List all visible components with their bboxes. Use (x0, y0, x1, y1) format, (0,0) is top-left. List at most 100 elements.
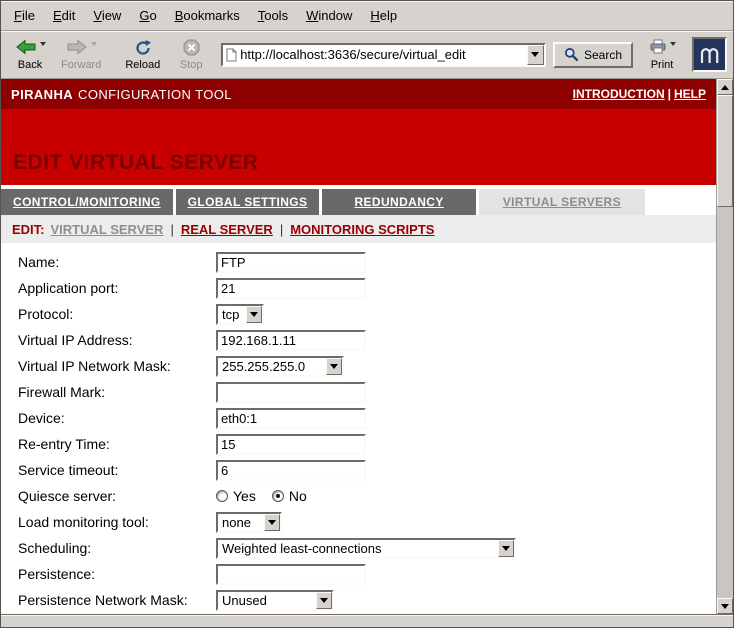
field-label-re-entry-time: Re-entry Time: (18, 436, 216, 452)
radio-option-no[interactable]: No (272, 488, 307, 504)
radio-option-yes[interactable]: Yes (216, 488, 256, 504)
protocol-select[interactable]: tcp (216, 304, 264, 325)
subnav-link-virtual-server[interactable]: VIRTUAL SERVER (51, 222, 164, 237)
url-input[interactable] (237, 47, 527, 62)
field-label-application-port: Application port: (18, 280, 216, 296)
header-link-introduction[interactable]: INTRODUCTION (573, 87, 665, 101)
field-label-protocol: Protocol: (18, 306, 216, 322)
chevron-down-icon (250, 312, 258, 317)
persistence-input[interactable] (216, 564, 366, 585)
back-button[interactable]: Back (7, 34, 53, 76)
form-row: Firewall Mark: (1, 379, 716, 405)
radio-label: Yes (233, 488, 256, 504)
url-bar[interactable] (221, 43, 546, 67)
chevron-down-icon (268, 520, 276, 525)
menu-tools[interactable]: Tools (249, 4, 297, 27)
back-arrow-icon (15, 39, 37, 60)
menu-edit[interactable]: Edit (44, 4, 84, 27)
scroll-up-button[interactable] (717, 79, 733, 95)
scroll-down-button[interactable] (717, 598, 733, 614)
select-dropdown-button[interactable] (498, 540, 514, 557)
page-icon (226, 48, 237, 62)
content-area: PIRANHACONFIGURATION TOOL INTRODUCTION | H… (1, 79, 733, 614)
field-label-scheduling: Scheduling: (18, 540, 216, 556)
select-value: 255.255.255.0 (218, 359, 326, 374)
tab-virtual-servers[interactable]: VIRTUAL SERVERS (479, 189, 645, 215)
menu-bar: FileEditViewGoBookmarksToolsWindowHelp (1, 1, 733, 31)
app-title-rest: CONFIGURATION TOOL (78, 87, 232, 102)
form-row: Load monitoring tool:none (1, 509, 716, 535)
forward-dropdown-caret-icon[interactable] (91, 42, 97, 46)
scrollbar-track[interactable] (717, 95, 733, 598)
print-dropdown-caret-icon[interactable] (670, 42, 676, 46)
header-link-help[interactable]: HELP (674, 87, 706, 101)
field-label-virtual-ip-address: Virtual IP Address: (18, 332, 216, 348)
url-dropdown-button[interactable] (527, 45, 544, 65)
chevron-down-icon (502, 546, 510, 551)
tab-global-settings[interactable]: GLOBAL SETTINGS (176, 189, 320, 215)
subnav-link-real-server[interactable]: REAL SERVER (181, 222, 273, 237)
scheduling-select[interactable]: Weighted least-connections (216, 538, 516, 559)
forward-button[interactable]: Forward (55, 34, 107, 76)
browser-window: FileEditViewGoBookmarksToolsWindowHelp B… (0, 0, 734, 628)
field-label-persistence-network-mask: Persistence Network Mask: (18, 592, 216, 608)
mozilla-logo[interactable] (692, 37, 727, 72)
field-label-load-monitoring-tool: Load monitoring tool: (18, 514, 216, 530)
tab-bar: CONTROL/MONITORINGGLOBAL SETTINGS REDUNDA… (1, 185, 716, 215)
tab-redundancy[interactable]: REDUNDANCY (322, 189, 475, 215)
quiesce-server-radio-group: Yes No (216, 488, 323, 504)
select-dropdown-button[interactable] (326, 358, 342, 375)
reload-button[interactable]: Reload (119, 34, 166, 76)
menu-bookmarks[interactable]: Bookmarks (166, 4, 249, 27)
load-monitoring-tool-select[interactable]: none (216, 512, 282, 533)
field-label-device: Device: (18, 410, 216, 426)
piranha-header: PIRANHACONFIGURATION TOOL INTRODUCTION|H… (1, 79, 716, 109)
field-label-name: Name: (18, 254, 216, 270)
page-title: EDIT VIRTUAL SERVER (13, 151, 259, 175)
form-row: Persistence: (1, 561, 716, 587)
search-button[interactable]: Search (553, 42, 633, 68)
app-title: PIRANHACONFIGURATION TOOL (11, 87, 232, 102)
virtual-ip-address-input[interactable] (216, 330, 366, 351)
form: Name:Application port:Protocol:tcpVirtua… (1, 243, 716, 614)
scrollbar-thumb[interactable] (717, 95, 733, 207)
select-dropdown-button[interactable] (264, 514, 280, 531)
subnav-link-monitoring-scripts[interactable]: MONITORING SCRIPTS (290, 222, 434, 237)
name-input[interactable] (216, 252, 366, 273)
firewall-mark-input[interactable] (216, 382, 366, 403)
select-dropdown-button[interactable] (246, 306, 262, 323)
field-label-service-timeout: Service timeout: (18, 462, 216, 478)
menu-file[interactable]: File (5, 4, 44, 27)
browser-toolbar: Back Forward Reload (1, 31, 733, 79)
select-dropdown-button[interactable] (316, 592, 332, 609)
back-label: Back (18, 59, 42, 71)
form-row: Virtual IP Network Mask:255.255.255.0 (1, 353, 716, 379)
vertical-scrollbar[interactable] (716, 79, 733, 614)
stop-icon (183, 39, 200, 61)
page-title-banner: EDIT VIRTUAL SERVER (1, 109, 716, 185)
menu-go[interactable]: Go (130, 4, 165, 27)
tab-label: REDUNDANCY (354, 195, 443, 209)
stop-button[interactable]: Stop (168, 34, 214, 76)
separator: | (163, 222, 180, 237)
field-label-firewall-mark: Firewall Mark: (18, 384, 216, 400)
menu-view[interactable]: View (84, 4, 130, 27)
persistence-network-mask-select[interactable]: Unused (216, 590, 334, 611)
radio-icon (272, 490, 284, 502)
search-label: Search (584, 48, 622, 62)
application-port-input[interactable] (216, 278, 366, 299)
radio-label: No (289, 488, 307, 504)
tab-control-monitoring[interactable]: CONTROL/MONITORING (1, 189, 173, 215)
device-input[interactable] (216, 408, 366, 429)
status-bar (1, 614, 733, 627)
virtual-ip-network-mask-select[interactable]: 255.255.255.0 (216, 356, 344, 377)
service-timeout-input[interactable] (216, 460, 366, 481)
field-label-virtual-ip-network-mask: Virtual IP Network Mask: (18, 358, 216, 374)
re-entry-time-input[interactable] (216, 434, 366, 455)
back-dropdown-caret-icon[interactable] (40, 42, 46, 46)
menu-window[interactable]: Window (297, 4, 361, 27)
print-button[interactable]: Print (639, 34, 685, 76)
form-row: Persistence Network Mask:Unused (1, 587, 716, 613)
menu-help[interactable]: Help (361, 4, 406, 27)
print-icon (649, 39, 667, 59)
